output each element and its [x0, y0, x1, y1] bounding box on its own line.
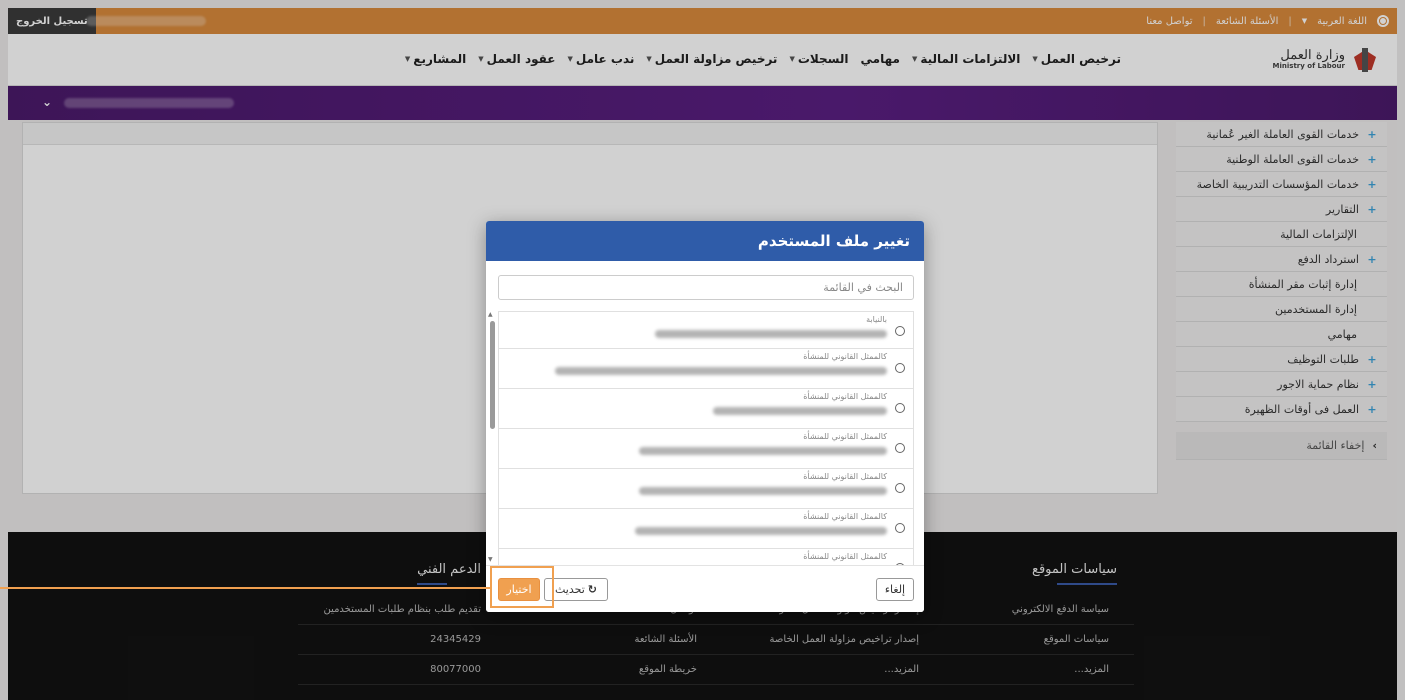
profile-role: كالممثل القانوني للمنشأة: [803, 472, 887, 481]
blurred-profile-name: [713, 407, 887, 415]
refresh-icon: ↻: [587, 583, 598, 596]
highlight-pointer-line: [0, 587, 490, 589]
modal-title: تغيير ملف المستخدم: [486, 221, 924, 261]
search-box: [498, 275, 914, 300]
radio-button[interactable]: [895, 443, 905, 453]
profile-role: كالممثل القانوني للمنشأة: [803, 512, 887, 521]
radio-button[interactable]: [895, 483, 905, 493]
list-item[interactable]: كالممثل القانوني للمنشأة: [498, 389, 914, 429]
scroll-thumb[interactable]: [490, 321, 495, 429]
change-user-profile-modal: تغيير ملف المستخدم ▲ ▼ بالنيابة كالممثل …: [486, 221, 924, 612]
list-item[interactable]: كالممثل القانوني للمنشأة: [498, 469, 914, 509]
modal-body: ▲ ▼ بالنيابة كالممثل القانوني للمنشأة كا…: [486, 261, 924, 589]
blurred-profile-name: [655, 330, 887, 338]
blurred-profile-name: [635, 527, 887, 535]
profile-role: كالممثل القانوني للمنشأة: [803, 392, 887, 401]
scroll-up-icon[interactable]: ▲: [488, 311, 493, 318]
profile-role: بالنيابة: [866, 315, 887, 324]
profile-role: كالممثل القانوني للمنشأة: [803, 552, 887, 561]
profile-role: كالممثل القانوني للمنشأة: [803, 352, 887, 361]
blurred-profile-name: [555, 367, 887, 375]
radio-button[interactable]: [895, 326, 905, 336]
select-button-highlight: [490, 566, 554, 608]
list-item[interactable]: كالممثل القانوني للمنشأة: [498, 429, 914, 469]
radio-button[interactable]: [895, 363, 905, 373]
cancel-button[interactable]: إلغاء: [876, 578, 914, 601]
refresh-label: تحديث: [554, 583, 585, 596]
profile-list: بالنيابة كالممثل القانوني للمنشأة كالممث…: [498, 311, 914, 601]
list-item[interactable]: كالممثل القانوني للمنشأة: [498, 509, 914, 549]
radio-button[interactable]: [895, 403, 905, 413]
blurred-profile-name: [639, 487, 887, 495]
search-input[interactable]: [499, 276, 913, 299]
radio-button[interactable]: [895, 523, 905, 533]
blurred-profile-name: [639, 447, 887, 455]
list-item[interactable]: بالنيابة: [498, 311, 914, 349]
list-item[interactable]: كالممثل القانوني للمنشأة: [498, 349, 914, 389]
scroll-down-icon[interactable]: ▼: [488, 556, 493, 563]
profile-role: كالممثل القانوني للمنشأة: [803, 432, 887, 441]
list-scrollbar[interactable]: ▲ ▼: [488, 311, 496, 563]
